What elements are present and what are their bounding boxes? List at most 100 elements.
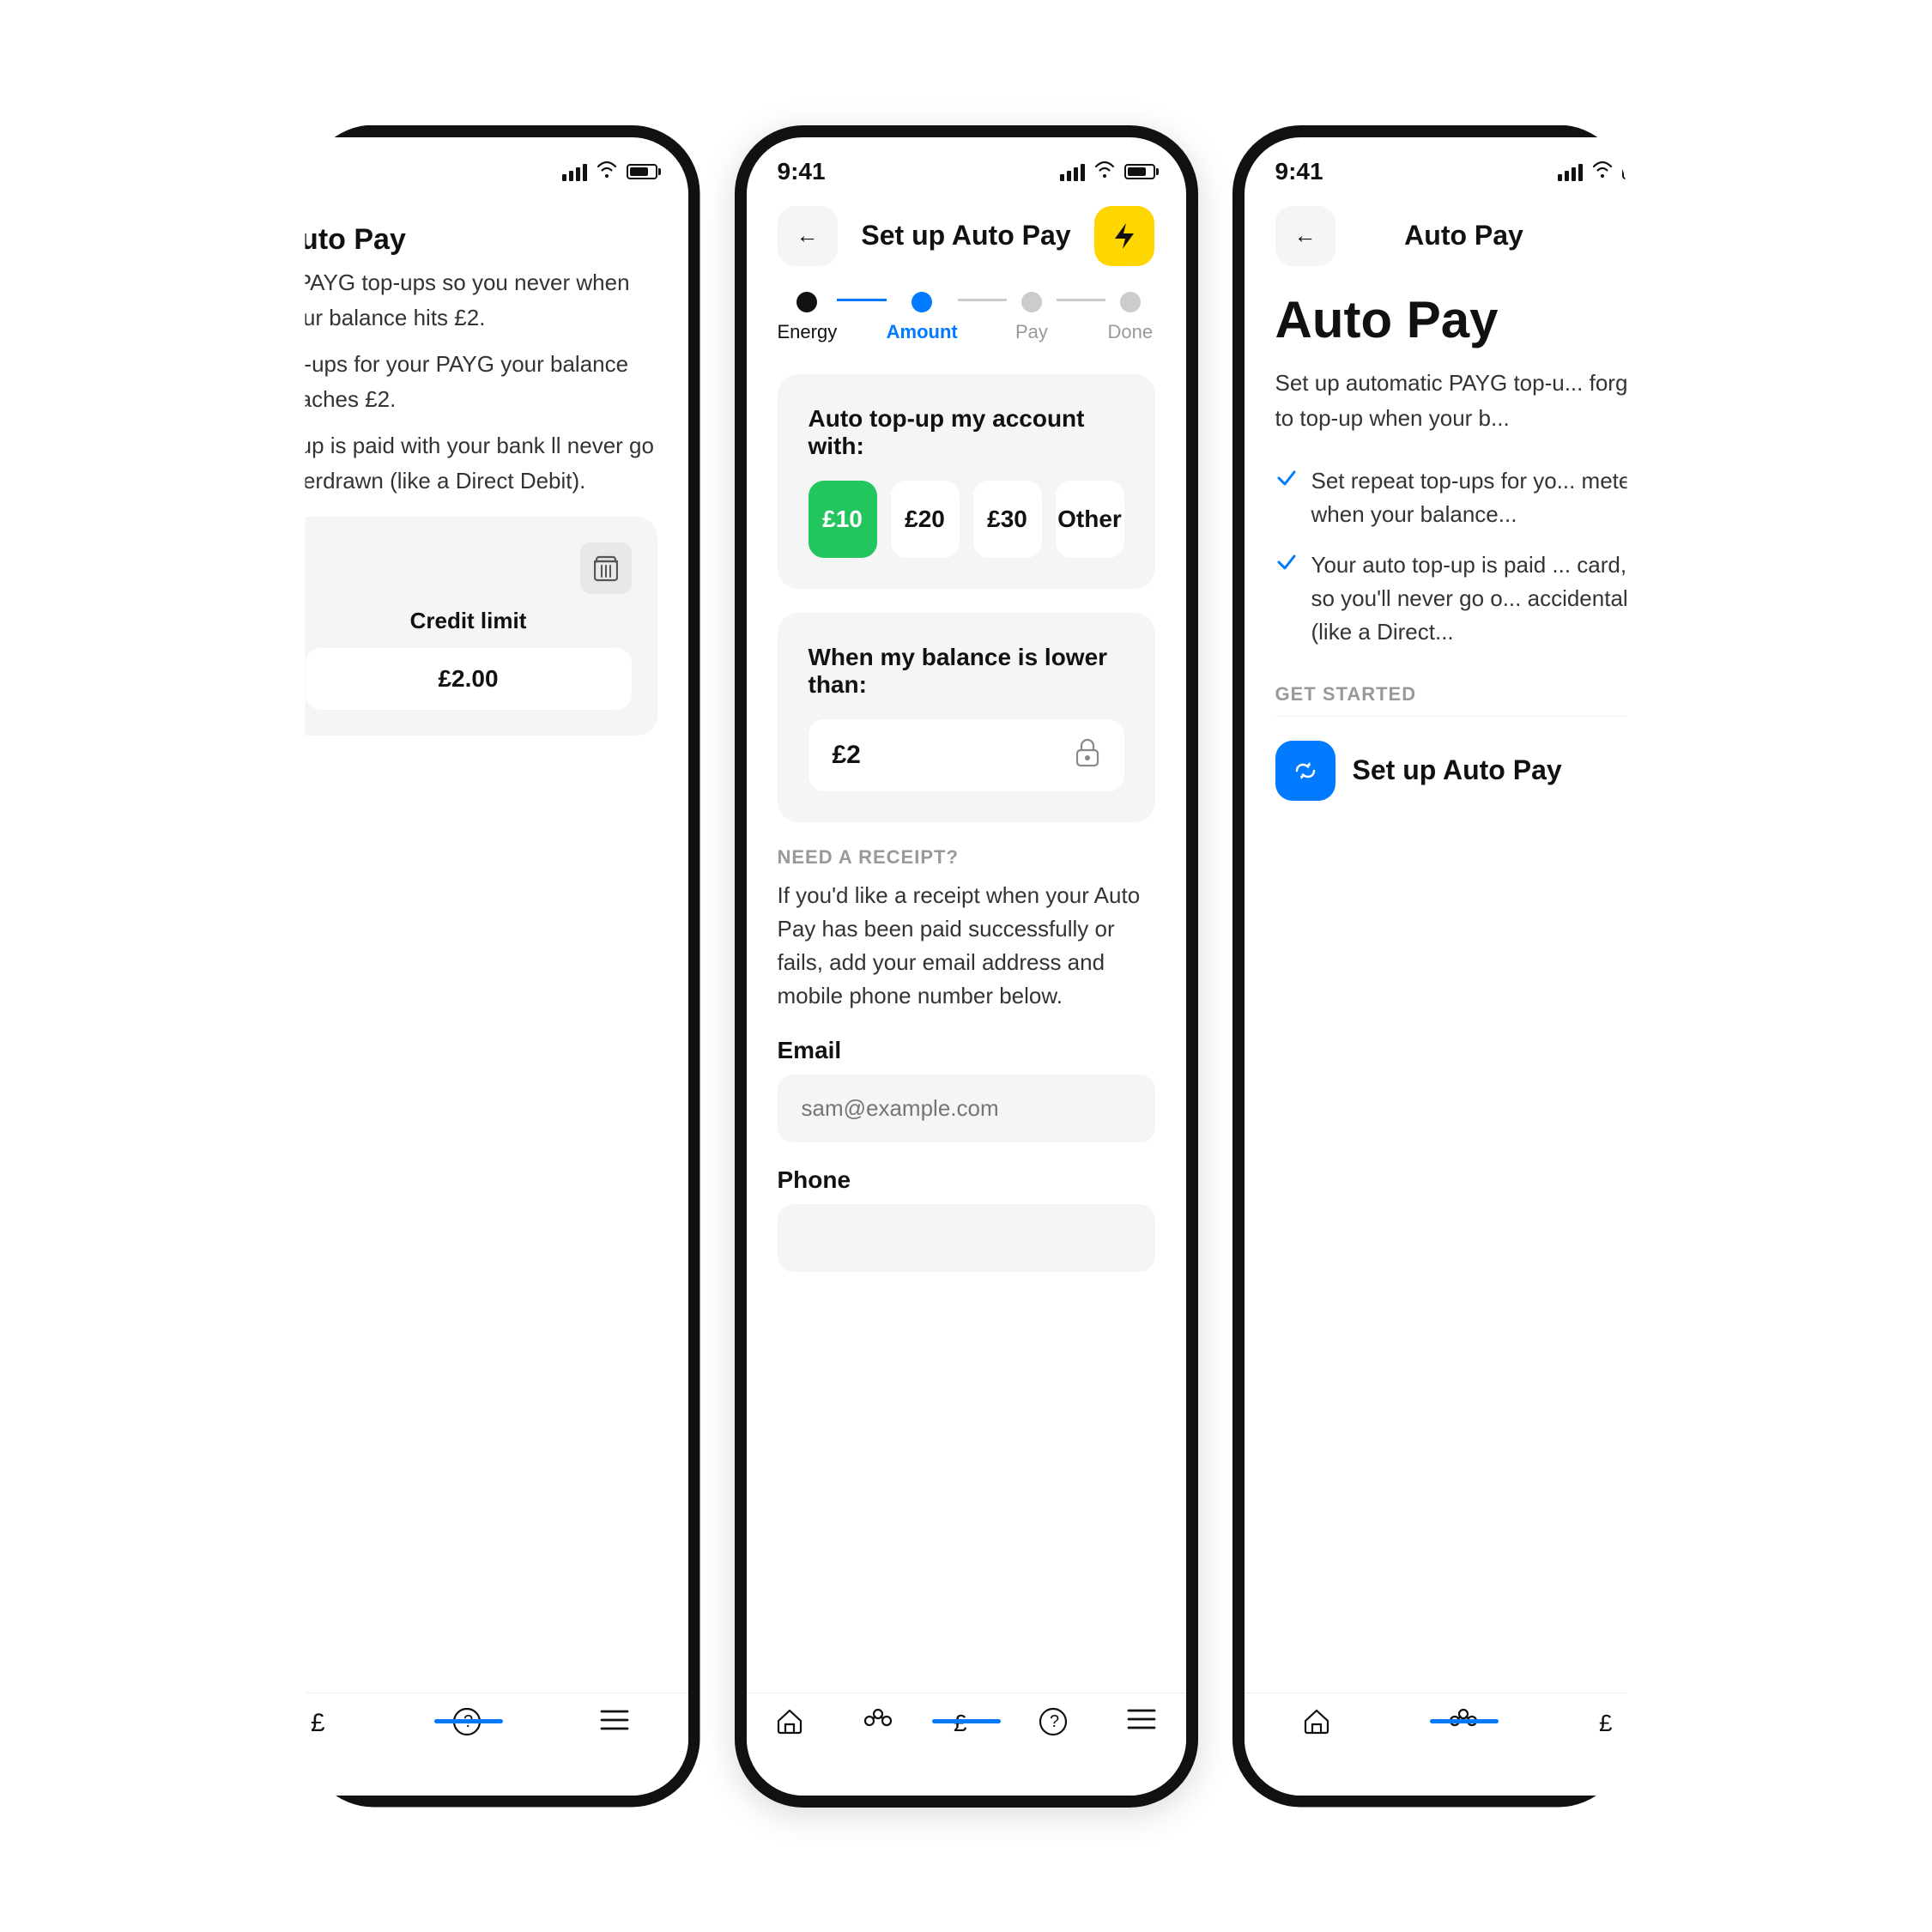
center-status-bar: 9:41: [747, 137, 1186, 197]
center-nav-home[interactable]: [776, 1707, 803, 1735]
center-nav-help[interactable]: ?: [1039, 1707, 1068, 1736]
right-status-icons: [1558, 160, 1653, 183]
phone-input[interactable]: [778, 1204, 1155, 1272]
balance-card-title: When my balance is lower than:: [809, 644, 1124, 699]
left-status-bar: [249, 137, 688, 197]
receipt-section: NEED A RECEIPT? If you'd like a receipt …: [778, 846, 1155, 1296]
nav-active-bar: [434, 1719, 503, 1723]
left-page-title: Auto Pay: [280, 206, 657, 265]
stepper-label-pay: Pay: [1015, 321, 1048, 343]
setup-auto-pay-button[interactable]: Set up Auto Pay: [1275, 741, 1653, 801]
amount-option-10[interactable]: £10: [809, 481, 877, 558]
left-nav-menu[interactable]: [600, 1707, 629, 1739]
stepper-dot-amount: [911, 292, 932, 312]
right-battery-icon: [1622, 164, 1653, 179]
credit-limit-value-box: £2.00: [306, 648, 632, 710]
stepper-line-3: [1057, 299, 1105, 301]
amount-card-title: Auto top-up my account with:: [809, 405, 1124, 460]
left-text-2: op-ups for your PAYG your balance reache…: [280, 347, 657, 418]
left-bottom-nav: £ ?: [249, 1693, 688, 1796]
center-wifi-icon: [1093, 160, 1116, 183]
center-signal-icon: [1060, 162, 1085, 181]
stepper-energy: Energy: [778, 292, 838, 343]
right-page-title: Auto Pay: [1275, 292, 1653, 348]
get-started-label: GET STARTED: [1275, 683, 1653, 706]
setup-btn-icon: [1275, 741, 1335, 801]
center-status-time: 9:41: [778, 158, 826, 185]
svg-text:£: £: [1599, 1710, 1613, 1736]
right-wifi-icon: [1591, 160, 1614, 183]
lock-icon: [1075, 736, 1100, 774]
scene: Auto Pay c PAYG top-ups so you never whe…: [65, 125, 1868, 1808]
stepper-line-2: [958, 299, 1007, 301]
phone-label: Phone: [778, 1166, 1155, 1194]
center-action-button[interactable]: [1094, 206, 1154, 266]
amount-option-other[interactable]: Other: [1056, 481, 1124, 558]
right-back-button[interactable]: ←: [1275, 206, 1335, 266]
setup-btn-label: Set up Auto Pay: [1353, 754, 1562, 786]
right-nav-active-bar: [1430, 1719, 1499, 1723]
credit-limit-value: £2.00: [323, 665, 615, 693]
trash-icon[interactable]: [580, 542, 632, 594]
right-signal-icon: [1558, 162, 1583, 181]
left-text-3: o-up is paid with your bank ll never go …: [280, 428, 657, 500]
right-status-bar: 9:41: [1245, 137, 1684, 197]
check-icon-1: [1275, 466, 1298, 494]
left-nav-pound[interactable]: £: [307, 1707, 335, 1745]
right-subtitle: Set up automatic PAYG top-u... forget to…: [1275, 366, 1653, 437]
center-stepper: Energy Amount Pay Done: [747, 292, 1186, 343]
balance-card: When my balance is lower than: £2: [778, 613, 1155, 822]
right-content: Auto Pay Set up automatic PAYG top-u... …: [1245, 283, 1684, 809]
check-item-1: Set repeat top-ups for yo... meter when …: [1275, 464, 1653, 531]
stepper-line-1: [837, 299, 886, 301]
check-text-2: Your auto top-up is paid ... card, so yo…: [1311, 548, 1653, 649]
receipt-label: NEED A RECEIPT?: [778, 846, 1155, 869]
check-text-1: Set repeat top-ups for yo... meter when …: [1311, 464, 1653, 531]
center-nav-bar: ← Set up Auto Pay: [747, 197, 1186, 283]
check-list: Set repeat top-ups for yo... meter when …: [1275, 464, 1653, 649]
get-started-divider: [1275, 716, 1653, 717]
stepper-dot-energy: [796, 292, 817, 312]
center-back-button[interactable]: ←: [778, 206, 838, 266]
balance-value: £2: [833, 741, 861, 770]
center-nav-menu[interactable]: [1127, 1707, 1156, 1731]
right-nav-home[interactable]: [1303, 1707, 1330, 1735]
amount-options: £10 £20 £30 Other: [809, 481, 1124, 558]
center-battery-icon: [1124, 164, 1155, 179]
stepper-dot-pay: [1021, 292, 1042, 312]
right-nav-bar: ← Auto Pay: [1245, 197, 1684, 283]
check-icon-2: [1275, 550, 1298, 578]
email-input[interactable]: [778, 1075, 1155, 1142]
right-nav-usage[interactable]: [1448, 1707, 1479, 1728]
stepper-label-amount: Amount: [887, 321, 958, 343]
stepper-pay: Pay: [1007, 292, 1056, 343]
right-nav-account[interactable]: £: [1597, 1707, 1625, 1738]
svg-text:£: £: [311, 1709, 325, 1737]
right-phone: 9:41: [1232, 125, 1696, 1808]
balance-row: £2: [809, 719, 1124, 791]
wifi-icon: [596, 160, 618, 183]
amount-card: Auto top-up my account with: £10 £20 £30…: [778, 374, 1155, 589]
stepper-done: Done: [1105, 292, 1154, 343]
center-status-icons: [1060, 160, 1155, 183]
stepper-amount: Amount: [887, 292, 958, 343]
left-card: Credit limit £2.00: [280, 517, 657, 736]
receipt-text: If you'd like a receipt when your Auto P…: [778, 879, 1155, 1013]
email-label: Email: [778, 1037, 1155, 1064]
center-phone: 9:41: [735, 125, 1198, 1808]
left-nav-help[interactable]: ?: [452, 1707, 481, 1743]
battery-icon: [627, 164, 657, 179]
credit-limit-label: Credit limit: [306, 608, 632, 634]
amount-option-30[interactable]: £30: [973, 481, 1042, 558]
stepper-label-done: Done: [1107, 321, 1153, 343]
center-nav-active-bar: [932, 1719, 1001, 1723]
right-nav-title: Auto Pay: [1404, 220, 1523, 251]
amount-option-20[interactable]: £20: [891, 481, 960, 558]
svg-text:?: ?: [1050, 1712, 1059, 1731]
check-item-2: Your auto top-up is paid ... card, so yo…: [1275, 548, 1653, 649]
center-nav-usage[interactable]: [863, 1707, 893, 1728]
center-nav-title: Set up Auto Pay: [861, 220, 1070, 251]
center-scroll-content: Auto top-up my account with: £10 £20 £30…: [747, 374, 1186, 1741]
signal-icon: [562, 162, 587, 181]
stepper-dot-done: [1120, 292, 1141, 312]
